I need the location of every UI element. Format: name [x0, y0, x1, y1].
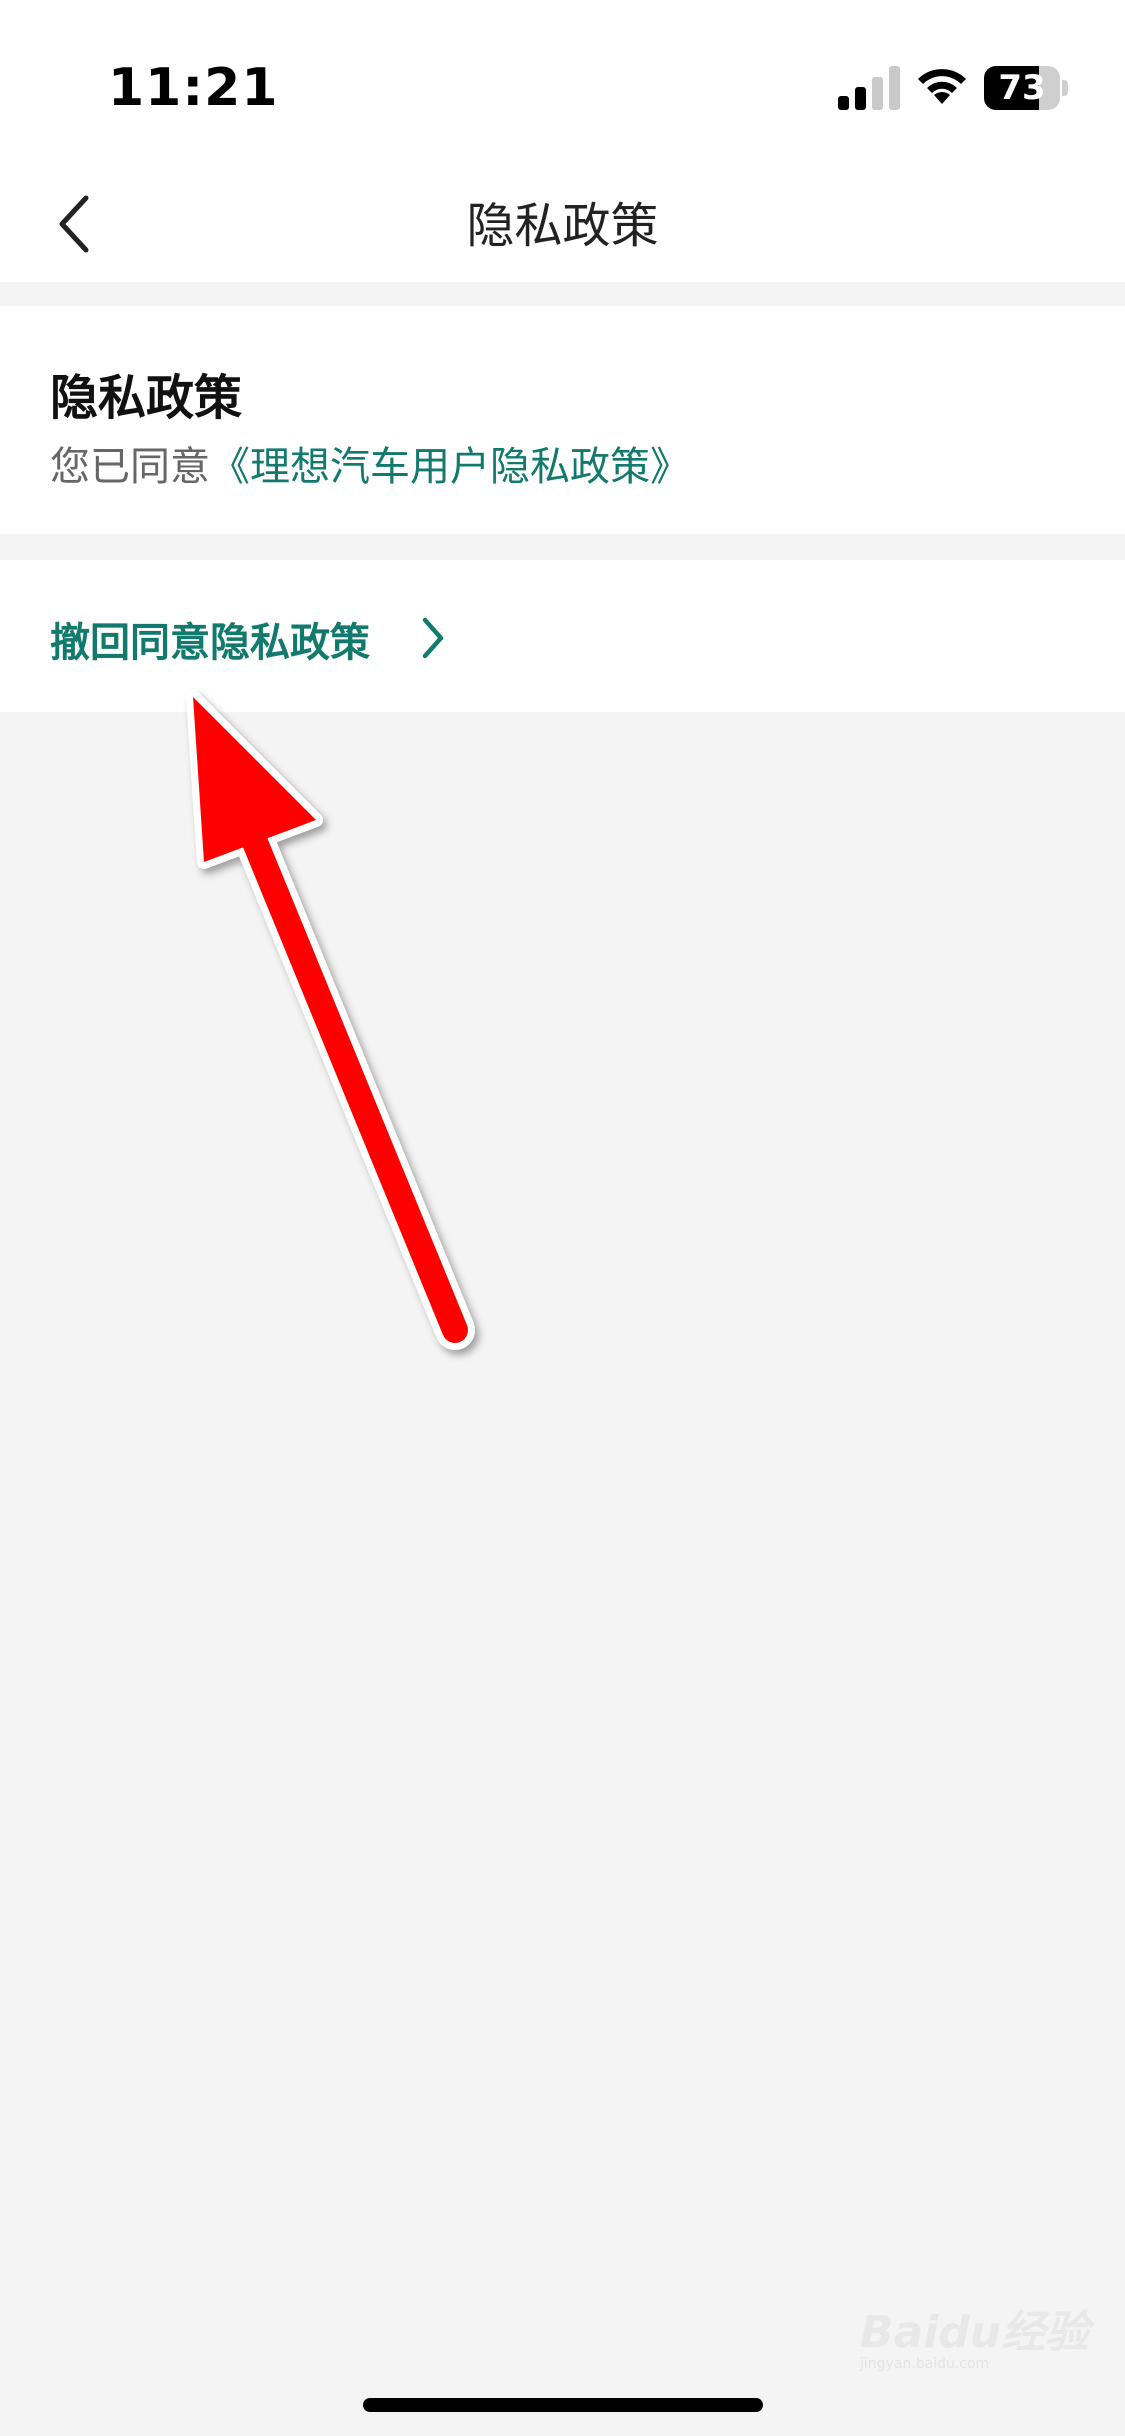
cellular-signal-icon — [838, 66, 900, 110]
home-indicator[interactable] — [363, 2398, 763, 2412]
status-bar: 11:21 73 — [0, 0, 1125, 170]
watermark-brand: Baidu经验 — [860, 2307, 1090, 2358]
watermark-url: jingyan.baidu.com — [860, 2356, 990, 2372]
battery-cap — [1062, 80, 1068, 96]
privacy-policy-card: 隐私政策 您已同意《理想汽车用户隐私政策》 — [0, 306, 1125, 534]
wifi-icon — [918, 69, 966, 104]
chevron-right-icon — [422, 617, 444, 659]
status-time: 11:21 — [108, 58, 279, 118]
agreement-status: 您已同意《理想汽车用户隐私政策》 — [50, 434, 690, 492]
agreement-prefix: 您已同意 — [50, 444, 210, 490]
battery-body: 73 — [984, 66, 1060, 110]
red-arrow-icon — [186, 690, 475, 1350]
baidu-watermark: Baidu经验 jingyan.baidu.com — [860, 2296, 1100, 2376]
back-button[interactable] — [36, 180, 126, 270]
navigation-bar: 隐私政策 — [0, 170, 1125, 282]
revoke-consent-label: 撤回同意隐私政策 — [50, 620, 370, 666]
battery-percentage: 73 — [998, 68, 1046, 108]
battery-icon: 73 — [984, 66, 1068, 110]
revoke-consent-row[interactable]: 撤回同意隐私政策 — [0, 560, 1125, 712]
page-title: 隐私政策 — [466, 198, 659, 254]
privacy-policy-heading: 隐私政策 — [50, 370, 243, 426]
privacy-policy-link[interactable]: 《理想汽车用户隐私政策》 — [210, 444, 690, 490]
chevron-left-icon — [59, 195, 89, 253]
